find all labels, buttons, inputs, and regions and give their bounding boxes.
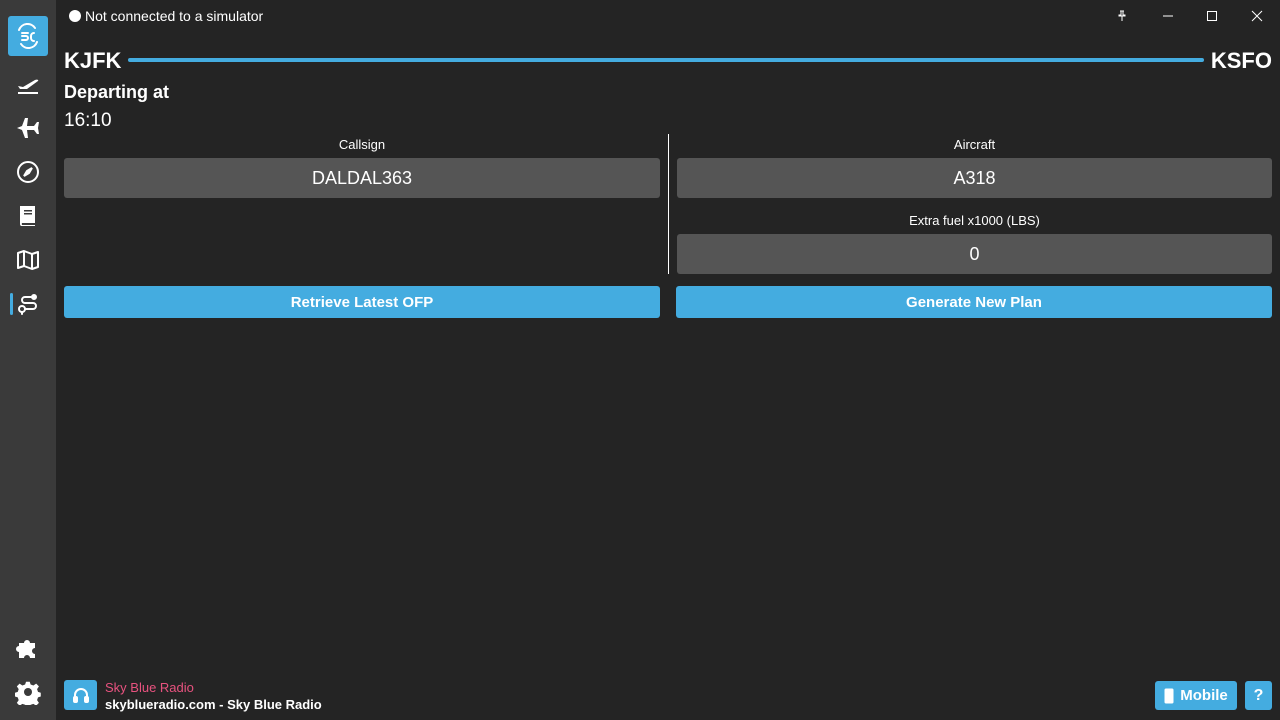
origin-airport: KJFK <box>64 48 122 73</box>
minimize-icon <box>1163 15 1173 17</box>
help-button[interactable]: ? <box>1245 681 1272 710</box>
radio-station-name: Sky Blue Radio <box>105 680 194 695</box>
maximize-button[interactable] <box>1190 0 1234 32</box>
form-divider <box>668 134 669 274</box>
mobile-button[interactable]: Mobile <box>1155 681 1237 710</box>
departure-icon <box>18 79 39 94</box>
mobile-button-label: Mobile <box>1180 687 1228 704</box>
minimize-button[interactable] <box>1146 0 1190 32</box>
extra-fuel-label: Extra fuel x1000 (LBS) <box>909 213 1040 228</box>
close-icon <box>1251 10 1263 22</box>
gear-icon <box>15 681 41 705</box>
sidebar-item-settings[interactable] <box>8 672 48 712</box>
title-bar: Not connected to a simulator <box>56 0 1280 32</box>
departure-time: 16:10 <box>64 110 112 131</box>
callsign-label: Callsign <box>338 137 386 152</box>
close-button[interactable] <box>1235 0 1279 32</box>
sidebar-item-map[interactable] <box>8 240 48 280</box>
sidebar-item-plugins[interactable] <box>8 628 48 668</box>
radio-button[interactable] <box>64 680 97 710</box>
route-line <box>128 58 1204 62</box>
sidebar-item-home[interactable] <box>8 16 48 56</box>
destination-airport: KSFO <box>1210 48 1272 73</box>
radio-station-desc: skyblueradio.com - Sky Blue Radio <box>105 697 322 712</box>
sidebar <box>0 0 56 720</box>
pin-icon <box>1118 10 1126 21</box>
departure-label: Departing at <box>64 82 170 102</box>
connection-status-icon <box>69 10 81 22</box>
puzzle-icon <box>16 640 35 658</box>
callsign-field[interactable]: DALDAL363 <box>64 158 660 198</box>
map-icon <box>17 250 39 270</box>
sidebar-item-departure[interactable] <box>8 64 48 104</box>
sidebar-item-navigation[interactable] <box>8 152 48 192</box>
retrieve-ofp-button[interactable]: Retrieve Latest OFP <box>64 286 660 318</box>
mobile-icon <box>1164 688 1174 703</box>
connection-status: Not connected to a simulator <box>85 8 264 24</box>
aircraft-label: Aircraft <box>953 137 996 152</box>
maximize-icon <box>1207 11 1217 21</box>
sidebar-item-aircraft[interactable] <box>8 108 48 148</box>
aircraft-field[interactable]: A318 <box>677 158 1272 198</box>
book-icon <box>19 206 35 226</box>
sidebar-item-checklist[interactable] <box>8 196 48 236</box>
compass-icon <box>17 161 39 183</box>
sidebar-item-flight-plan[interactable] <box>8 284 48 324</box>
pin-button[interactable] <box>1100 0 1144 32</box>
route-icon <box>18 294 37 315</box>
simbrief-logo-icon <box>18 23 38 49</box>
plane-icon <box>17 118 39 138</box>
headphones-icon <box>72 688 89 703</box>
extra-fuel-field[interactable]: 0 <box>677 234 1272 274</box>
generate-plan-button[interactable]: Generate New Plan <box>676 286 1272 318</box>
